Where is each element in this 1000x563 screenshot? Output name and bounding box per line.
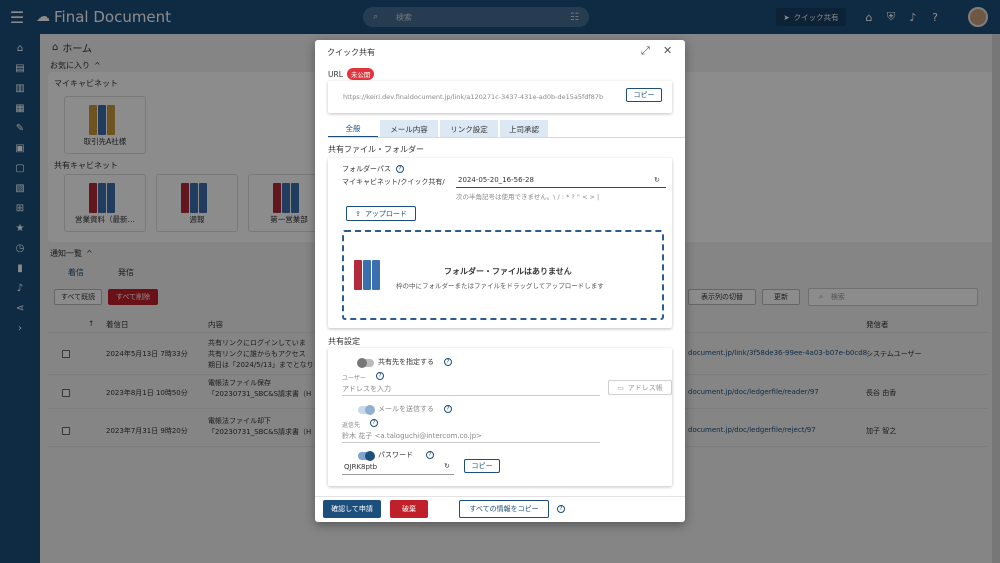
folder-path-label: フォルダーパス: [342, 165, 391, 173]
password-toggle[interactable]: [358, 451, 375, 461]
empty-subtitle: 枠の中にフォルダーまたはファイルをドラッグしてアップロードします: [396, 282, 604, 290]
user-label: ユーザー: [342, 375, 366, 382]
help-icon[interactable]: ?: [396, 165, 404, 173]
share-settings-title: 共有設定: [328, 337, 360, 346]
share-files-box: フォルダーパス ? マイキャビネット/クイック共有/ 2024-05-20_16…: [328, 158, 672, 328]
cc-label: 返信先: [342, 422, 361, 429]
copy-url-button[interactable]: コピー: [626, 88, 662, 102]
refresh-icon[interactable]: ↻: [654, 176, 660, 184]
share-section-title: 共有ファイル・フォルダー: [328, 145, 424, 154]
send-mail-label: メールを送信する: [378, 405, 434, 413]
empty-title: フォルダー・ファイルはありません: [444, 267, 572, 276]
confirm-request-button[interactable]: 確認して申請: [323, 500, 381, 518]
specify-recipient-label: 共有先を指定する: [378, 358, 434, 366]
address-book-button[interactable]: ▭ アドレス帳: [608, 380, 672, 395]
copy-all-info-button[interactable]: すべての情報をコピー: [459, 500, 549, 518]
cc-input[interactable]: 鈴木 花子 <a.taloguchi@intercom.co.jp>: [342, 431, 482, 441]
dialog-title: クイック共有: [327, 48, 375, 57]
password-label: パスワード: [378, 451, 413, 459]
upload-button[interactable]: ⇪ アップロード: [346, 206, 416, 221]
tab-general[interactable]: 全般: [328, 120, 378, 138]
help-icon[interactable]: ?: [370, 419, 378, 427]
binder-icon: [354, 260, 362, 290]
user-input[interactable]: アドレスを入力: [342, 384, 391, 394]
help-icon[interactable]: ?: [444, 358, 452, 366]
password-input[interactable]: QJRK8ptb: [344, 463, 377, 471]
help-icon[interactable]: ?: [426, 451, 434, 459]
specify-recipient-toggle[interactable]: [357, 358, 374, 368]
address-book-icon: ▭: [617, 383, 624, 392]
folder-name-input[interactable]: 2024-05-20_16-56-28: [458, 176, 534, 184]
send-mail-toggle[interactable]: [358, 405, 375, 415]
upload-icon: ⇪: [355, 209, 361, 218]
help-icon[interactable]: ?: [557, 505, 565, 513]
drop-zone[interactable]: フォルダー・ファイルはありません 枠の中にフォルダーまたはファイルをドラッグして…: [342, 230, 664, 320]
regenerate-icon[interactable]: ↻: [444, 462, 450, 470]
help-icon[interactable]: ?: [444, 405, 452, 413]
expand-icon[interactable]: ⤢: [641, 44, 650, 58]
tab-manager-approval[interactable]: 上司承認: [500, 120, 548, 138]
unpublished-badge: 未公開: [346, 68, 375, 80]
tab-link-settings[interactable]: リンク設定: [440, 120, 498, 138]
close-icon[interactable]: ✕: [663, 44, 672, 57]
folder-path-prefix: マイキャビネット/クイック共有/: [342, 178, 445, 186]
dialog-tabs: 全般 メール内容 リンク設定 上司承認: [328, 120, 550, 138]
url-label: URL 未公開: [328, 68, 375, 80]
tab-mail-content[interactable]: メール内容: [380, 120, 438, 138]
url-box: https://keiri.dev.finaldocument.jp/link/…: [328, 81, 672, 113]
folder-hint: 次の半角記号は使用できません。\ / : * ? " < > |: [456, 193, 600, 201]
share-settings-box: 共有先を指定する ? ユーザー ? アドレスを入力 ▭ アドレス帳 メールを送信…: [328, 348, 672, 486]
help-icon[interactable]: ?: [376, 372, 384, 380]
copy-password-button[interactable]: コピー: [464, 459, 500, 473]
quick-share-dialog: クイック共有 ⤢ ✕ URL 未公開 https://keiri.dev.fin…: [315, 40, 685, 522]
discard-button[interactable]: 破棄: [390, 500, 428, 518]
share-url: https://keiri.dev.finaldocument.jp/link/…: [343, 93, 604, 101]
